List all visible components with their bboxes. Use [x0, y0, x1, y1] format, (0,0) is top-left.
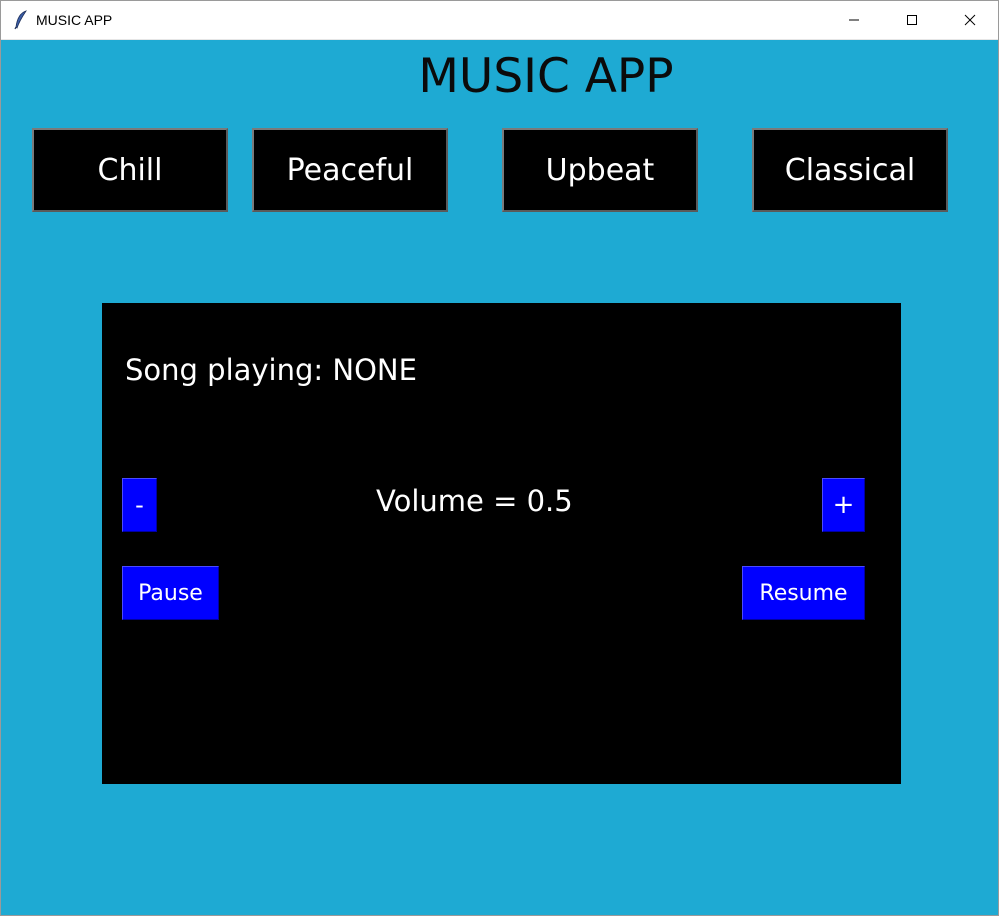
close-button[interactable] [941, 1, 999, 39]
app-window: MUSIC APP MUSIC APP Chill Peaceful Upbea… [0, 0, 999, 916]
upbeat-button[interactable]: Upbeat [502, 128, 698, 212]
volume-down-button[interactable]: - [122, 478, 157, 532]
minimize-button[interactable] [825, 1, 883, 39]
resume-button[interactable]: Resume [742, 566, 865, 620]
maximize-icon [906, 11, 918, 30]
maximize-button[interactable] [883, 1, 941, 39]
pause-button[interactable]: Pause [122, 566, 219, 620]
minimize-icon [848, 11, 860, 30]
page-title: MUSIC APP [418, 49, 674, 104]
peaceful-button[interactable]: Peaceful [252, 128, 448, 212]
close-icon [964, 11, 976, 30]
volume-up-button[interactable]: + [822, 478, 865, 532]
volume-label: Volume = 0.5 [376, 484, 573, 518]
title-bar[interactable]: MUSIC APP [1, 1, 998, 40]
window-title: MUSIC APP [36, 12, 113, 28]
classical-button[interactable]: Classical [752, 128, 948, 212]
song-playing-label: Song playing: NONE [125, 353, 417, 387]
feather-icon [13, 10, 29, 30]
chill-button[interactable]: Chill [32, 128, 228, 212]
